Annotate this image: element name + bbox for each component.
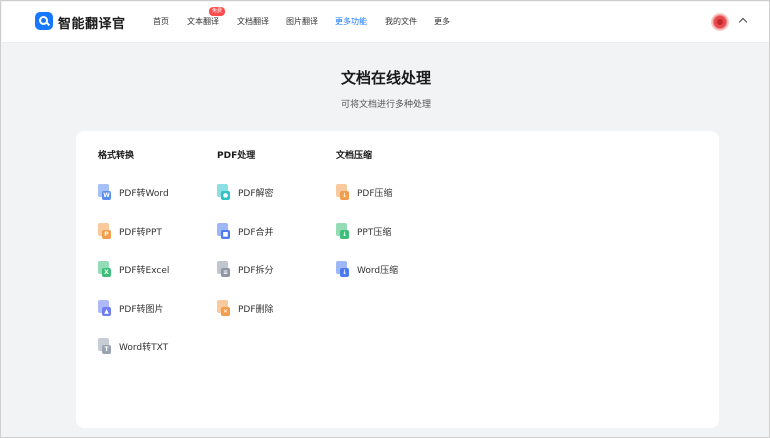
pdf-to-image-icon: ▲	[98, 299, 111, 316]
free-badge: 免费	[209, 7, 226, 16]
tools-card: 格式转换 W PDF转Word P PDF转PPT X PDF转Excel ▲ PDF转图片 T…	[76, 131, 719, 428]
pdf-split-icon: ≡	[217, 261, 230, 277]
tool-label: PDF压缩	[357, 189, 393, 199]
brand-name[interactable]: 智能翻译官	[58, 13, 126, 32]
tool-label: Word转TXT	[119, 343, 169, 353]
nav-image-translate[interactable]: 图片翻译	[286, 16, 318, 27]
pdf-to-word-icon: W	[98, 184, 111, 200]
nav-more[interactable]: 更多	[434, 16, 450, 27]
pdf-delete-icon: ✕	[217, 299, 230, 316]
tool-label: PDF转Excel	[119, 266, 170, 276]
nav-more-features[interactable]: 更多功能	[335, 16, 367, 27]
top-header: 智能翻译官 首页 文本翻译 文档翻译 图片翻译 更多功能 我的文件 更多 免费	[2, 2, 769, 43]
tool-label: PDF转图片	[119, 304, 164, 315]
pdf-to-ppt-icon: P	[98, 222, 111, 239]
chevron-up-icon[interactable]	[738, 17, 748, 27]
tool-label: PDF拆分	[238, 266, 274, 276]
tool-label: PDF解密	[238, 189, 274, 199]
tool-label: PDF合并	[238, 227, 274, 238]
page-title: 文档在线处理	[340, 69, 431, 87]
tool-label: Word压缩	[357, 266, 399, 276]
column-title: PDF处理	[217, 151, 256, 161]
column-title: 格式转换	[98, 151, 135, 161]
nav-text-translate[interactable]: 文本翻译	[187, 16, 219, 27]
tool-label: PPT压缩	[357, 227, 392, 238]
pdf-compress-icon: ↓	[336, 184, 349, 200]
nav-doc-translate[interactable]: 文档翻译	[237, 16, 269, 27]
ppt-compress-icon: ↓	[336, 222, 349, 239]
nav-home[interactable]: 首页	[153, 16, 169, 27]
avatar[interactable]	[711, 13, 729, 31]
pdf-merge-icon: ■	[217, 222, 230, 239]
tool-label: PDF转PPT	[119, 227, 162, 238]
pdf-to-excel-icon: X	[98, 261, 111, 277]
pdf-decrypt-icon: ●	[217, 184, 230, 200]
word-compress-icon: ↓	[336, 261, 349, 277]
column-title: 文档压缩	[336, 151, 373, 161]
page-subtitle: 可将文档进行多种处理	[340, 100, 431, 110]
tool-label: PDF删除	[238, 304, 274, 315]
app-window: 智能翻译官 首页 文本翻译 文档翻译 图片翻译 更多功能 我的文件 更多 免费 …	[0, 0, 770, 438]
word-to-txt-icon: T	[98, 338, 111, 354]
logo-icon[interactable]	[35, 12, 53, 30]
tool-label: PDF转Word	[119, 189, 169, 199]
nav-my-files[interactable]: 我的文件	[385, 16, 417, 27]
